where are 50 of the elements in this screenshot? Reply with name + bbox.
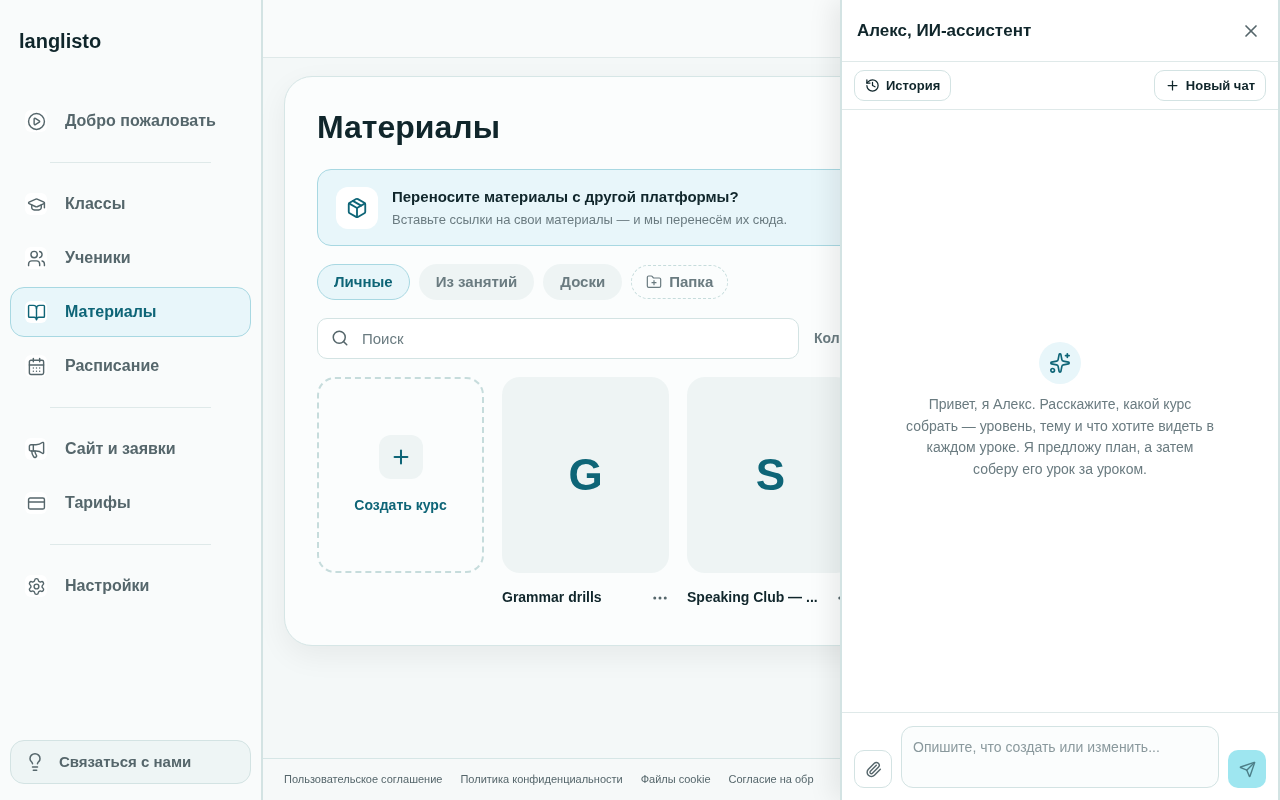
banner-title: Переносите материалы с другой платформы?	[392, 186, 740, 207]
contact-button[interactable]: Связаться с нами	[10, 740, 251, 784]
box-icon	[346, 196, 368, 219]
course-title: Speaking Club — ...	[687, 588, 818, 607]
course-initial: G	[568, 449, 603, 501]
people-icon	[26, 248, 46, 268]
settings-icon	[26, 576, 46, 596]
new-chat-button[interactable]: Новый чат	[1153, 70, 1266, 101]
paperclip-icon	[864, 760, 882, 778]
page-title: Материалы	[317, 108, 501, 147]
footer-link[interactable]: Политика конфиденциальности	[460, 771, 623, 788]
calendar-icon	[26, 356, 46, 376]
history-button[interactable]: История	[854, 70, 952, 101]
course-initial: S	[755, 449, 786, 501]
search-icon	[331, 329, 349, 347]
nav-item[interactable]: Расписание	[10, 341, 251, 391]
nav-item[interactable]: Материалы	[10, 287, 251, 337]
filter-tab[interactable]: Доски	[543, 264, 623, 300]
play-icon	[26, 111, 46, 131]
footer-link[interactable]: Согласие на обр	[728, 771, 814, 788]
logo[interactable]: langlisto	[19, 26, 102, 56]
greeting-text: Привет, я Алекс. Расскажите, какой курс собрать — уровень, тему и что хотите видеть в каждом уроке. Я предложу план, а затем соберу его урок за уроком.	[905, 395, 1215, 479]
megaphone-icon	[26, 439, 46, 459]
attach-button[interactable]	[854, 750, 892, 788]
send-button[interactable]	[1228, 750, 1266, 788]
sparkles-icon	[1049, 352, 1071, 374]
nav-item[interactable]: Ученики	[10, 233, 251, 283]
create-course-card[interactable]: Создать курс	[317, 377, 484, 573]
search-field[interactable]: Поиск	[317, 318, 799, 359]
filter-tab[interactable]: Из занятий	[418, 264, 535, 300]
nav-item[interactable]: Настройки	[10, 561, 251, 611]
sort-label: Кол	[814, 329, 840, 348]
course-cover[interactable]: S	[687, 377, 840, 573]
book-icon	[26, 302, 46, 322]
banner-text: Вставьте ссылки на свои материалы — и мы перенесём их сюда.	[392, 211, 788, 229]
plus-icon	[1164, 78, 1180, 93]
panel-title: Алекс, ИИ-ассистент	[857, 19, 1032, 42]
footer-link[interactable]: Файлы cookie	[640, 771, 711, 788]
history-icon	[865, 78, 880, 93]
nav-item[interactable]: Тарифы	[10, 478, 251, 528]
filter-tab[interactable]: Личные	[317, 264, 410, 300]
course-title: Grammar drills	[502, 588, 602, 607]
course-cover[interactable]: G	[502, 377, 669, 573]
nav-item[interactable]: Добро пожаловать	[10, 96, 251, 146]
nav-item[interactable]: Сайт и заявки	[10, 424, 251, 474]
message-input[interactable]: Опишите, что создать или изменить...	[901, 726, 1219, 788]
send-icon	[1238, 760, 1256, 778]
folder-plus-icon	[646, 274, 663, 290]
footer-link[interactable]: Пользовательское соглашение	[284, 771, 443, 788]
nav-item[interactable]: Классы	[10, 179, 251, 229]
